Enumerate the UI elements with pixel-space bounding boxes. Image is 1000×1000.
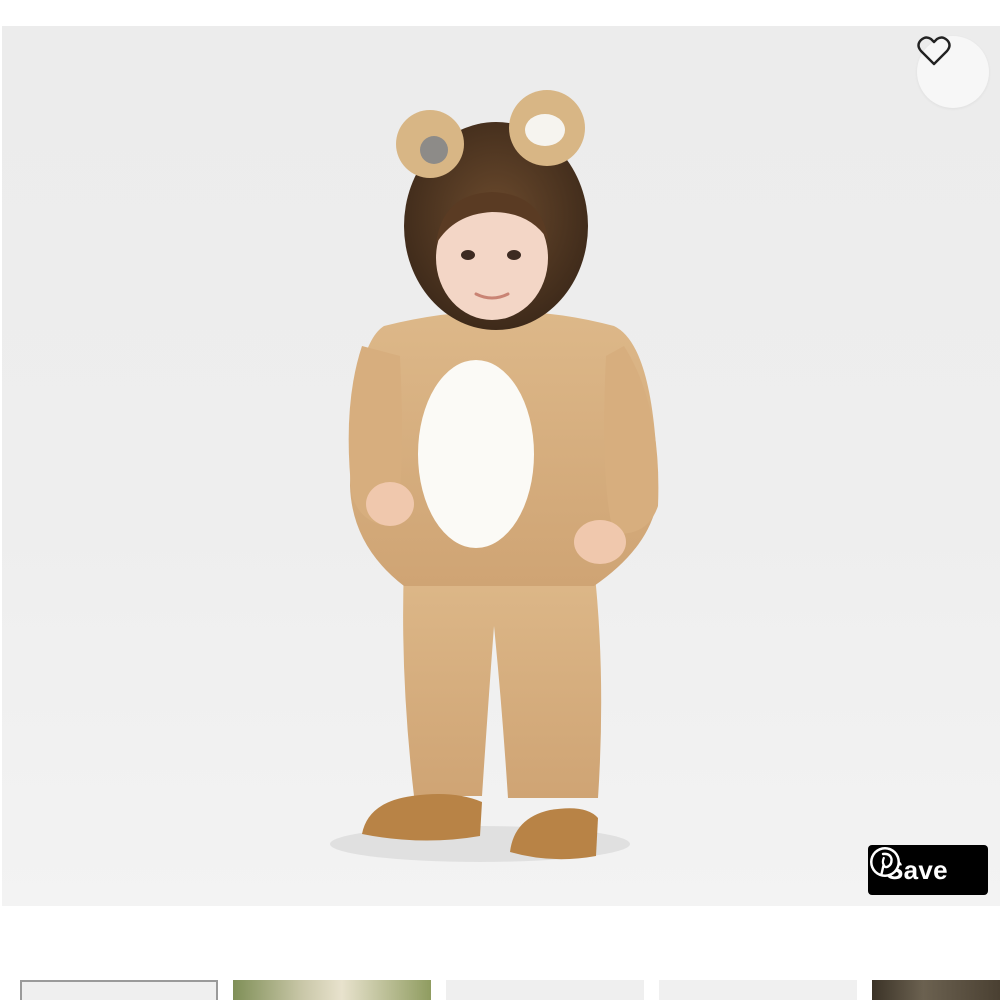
child-in-lion-costume-photo — [330, 90, 659, 862]
thumbnail-5[interactable] — [872, 980, 1000, 1000]
thumbnail-3[interactable] — [446, 980, 644, 1000]
thumbnail-1[interactable] — [20, 980, 218, 1000]
thumbnail-strip — [0, 976, 1000, 1000]
pinterest-save-button[interactable]: Save — [868, 845, 988, 895]
product-image[interactable]: Save — [2, 26, 1000, 906]
thumbnail-4[interactable] — [659, 980, 857, 1000]
favorite-button[interactable] — [917, 36, 989, 108]
thumbnail-2[interactable] — [233, 980, 431, 1000]
